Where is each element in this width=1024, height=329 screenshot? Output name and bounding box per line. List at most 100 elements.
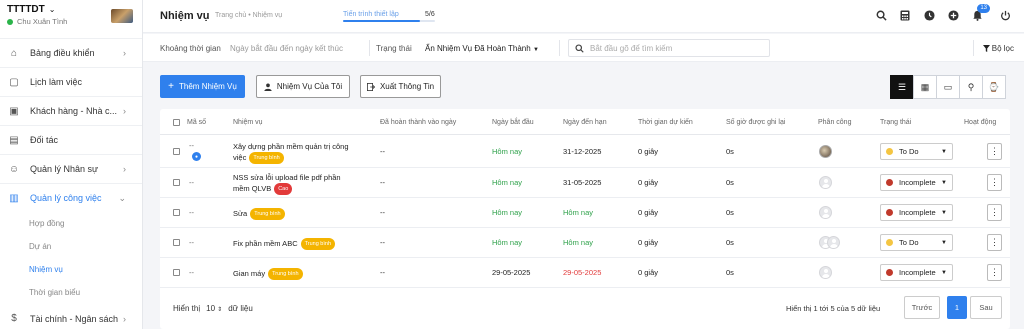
pin-icon[interactable]: ⚲: [959, 75, 983, 99]
timer-icon[interactable]: ●: [192, 152, 201, 161]
status-select[interactable]: Incomplete ▼: [880, 174, 953, 191]
status-filter-value: Ẩn Nhiệm Vụ Đã Hoàn Thành: [425, 44, 531, 53]
sidebar-item[interactable]: ⌂ Bảng điều khiển ›: [0, 38, 142, 67]
sidebar-item-label: Tài chính - Ngân sách: [30, 313, 119, 324]
task-name[interactable]: NSS sửa lỗi upload file pdf phần mềm QLVB…: [233, 173, 341, 195]
row-checkbox[interactable]: [173, 239, 180, 246]
column-header[interactable]: Số giờ được ghi lại: [726, 119, 785, 126]
power-icon[interactable]: [998, 8, 1012, 22]
org-switcher[interactable]: TTTTDT ⌄: [7, 4, 55, 15]
clock-icon[interactable]: [922, 8, 936, 22]
status-select[interactable]: To Do ▼: [880, 234, 953, 251]
column-header[interactable]: Đã hoàn thành vào ngày: [380, 119, 456, 126]
filter-button[interactable]: Bộ lọc: [982, 44, 1014, 53]
sidebar-nav: ⌂ Bảng điều khiển › ▢ Lịch làm việc ▣ Khách hà…: [0, 38, 142, 329]
task-code: --: [189, 268, 194, 277]
prev-page-button[interactable]: Trước: [904, 296, 940, 319]
status-select[interactable]: Incomplete ▼: [880, 264, 953, 281]
column-header[interactable]: Phân công: [818, 119, 851, 126]
assignee-avatar[interactable]: [819, 176, 832, 189]
logged-hours: 0s: [726, 268, 734, 277]
task-name[interactable]: Fix phần mềm ABC Trung bình: [233, 238, 336, 250]
sidebar-item[interactable]: ▥ Quản lý công việc ⌄: [0, 183, 142, 212]
task-name[interactable]: Sửa Trung bình: [233, 208, 285, 220]
more-actions-icon[interactable]: ⋮: [987, 234, 1002, 251]
task-code: --: [189, 238, 194, 247]
sidebar-item-label: Khách hàng - Nhà c...: [30, 106, 118, 116]
caret-down-icon: ▼: [941, 179, 947, 186]
sidebar-subitem[interactable]: Dự án: [0, 235, 142, 258]
page-size-select[interactable]: 10 ⇕: [204, 304, 224, 313]
breadcrumb[interactable]: Trang chủ • Nhiệm vụ: [215, 12, 282, 19]
export-button[interactable]: Xuất Thông Tin: [360, 75, 441, 98]
my-tasks-button[interactable]: Nhiệm Vụ Của Tôi: [256, 75, 350, 98]
board-view-icon[interactable]: ▦: [913, 75, 937, 99]
more-actions-icon[interactable]: ⋮: [987, 204, 1002, 221]
more-actions-icon[interactable]: ⋮: [987, 264, 1002, 281]
column-header[interactable]: Mã số: [187, 119, 206, 126]
list-view-icon[interactable]: ☰: [890, 75, 914, 99]
page-1-button[interactable]: 1: [947, 296, 967, 319]
status-filter-select[interactable]: Ẩn Nhiệm Vụ Đã Hoàn Thành ▼: [425, 44, 539, 53]
sidebar-item[interactable]: ☺ Quản lý Nhân sự ›: [0, 154, 142, 183]
row-checkbox[interactable]: [173, 179, 180, 186]
due-date: Hôm nay: [563, 208, 594, 217]
calculator-icon[interactable]: [898, 8, 912, 22]
row-checkbox[interactable]: [173, 148, 180, 155]
table-row: -- ● Xây dựng phần mềm quản trị công việc Tr…: [160, 135, 1010, 168]
search-icon[interactable]: [874, 8, 888, 22]
estimated-time: 0 giây: [638, 208, 659, 217]
divider: [559, 40, 560, 56]
chevron-right-icon: ›: [123, 164, 126, 174]
column-header[interactable]: Thời gian dự kiến: [638, 119, 693, 126]
next-page-button[interactable]: Sau: [970, 296, 1002, 319]
briefcase-icon: ▥: [9, 192, 19, 204]
entries-label: dữ liệu: [228, 304, 253, 313]
setup-progress-fill: [343, 20, 420, 22]
bell-icon[interactable]: 13: [970, 4, 990, 22]
status-select[interactable]: Incomplete ▼: [880, 204, 953, 221]
row-checkbox[interactable]: [173, 269, 180, 276]
sidebar-item[interactable]: ▢ Lịch làm việc: [0, 67, 142, 96]
search-input[interactable]: [590, 43, 760, 53]
status-select[interactable]: To Do ▼: [880, 143, 953, 160]
timesheet-icon[interactable]: ⌚: [982, 75, 1006, 99]
sidebar-item[interactable]: ▣ Khách hàng - Nhà c... ›: [0, 96, 142, 125]
add-circle-icon[interactable]: [946, 8, 960, 22]
column-header[interactable]: Trạng thái: [880, 119, 911, 126]
sidebar-subitem[interactable]: Thời gian biểu: [0, 281, 142, 304]
task-name[interactable]: Gian máy Trung bình: [233, 268, 303, 280]
search-box: [568, 39, 770, 57]
setup-progress-label[interactable]: Tiến trình thiết lập: [343, 11, 399, 18]
user-icon: [264, 83, 272, 91]
column-header[interactable]: Ngày đến hạn: [563, 119, 607, 126]
row-checkbox[interactable]: [173, 209, 180, 216]
task-name[interactable]: Xây dựng phần mềm quản trị công việc Trung…: [233, 142, 349, 164]
assignee-avatar[interactable]: [827, 236, 840, 249]
assignee-avatar[interactable]: [819, 266, 832, 279]
column-header[interactable]: Hoạt động: [964, 119, 996, 126]
user-avatar[interactable]: [111, 9, 133, 23]
task-name-line: việc: [233, 152, 247, 162]
add-task-button[interactable]: + Thêm Nhiệm Vụ: [160, 75, 245, 98]
due-date: 31-12-2025: [563, 147, 602, 156]
more-actions-icon[interactable]: ⋮: [987, 143, 1002, 160]
sidebar-subitem[interactable]: Nhiệm vụ: [0, 258, 142, 281]
more-actions-icon[interactable]: ⋮: [987, 174, 1002, 191]
column-header[interactable]: Nhiệm vụ: [233, 119, 263, 126]
sidebar-item-label: Quản lý Nhân sự: [30, 164, 99, 174]
filter-button-label: Bộ lọc: [991, 44, 1014, 53]
assignee-avatar[interactable]: [819, 145, 832, 158]
calendar-view-icon[interactable]: ▭: [936, 75, 960, 99]
select-all-checkbox[interactable]: [173, 119, 180, 126]
assignee-avatar[interactable]: [819, 206, 832, 219]
task-name-line: Sửa: [233, 208, 248, 218]
task-name-line: mềm QLVB: [233, 183, 272, 193]
sidebar-subitem[interactable]: Hợp đồng: [0, 212, 142, 235]
column-header[interactable]: Ngày bắt đầu: [492, 119, 534, 126]
sidebar-item[interactable]: ▤ Đối tác: [0, 125, 142, 154]
due-date: Hôm nay: [563, 238, 594, 247]
sidebar-item[interactable]: $ Tài chính - Ngân sách ›: [0, 304, 142, 329]
task-code: --: [189, 141, 194, 150]
date-range-input[interactable]: Ngày bắt đầu đến ngày kết thúc: [230, 44, 343, 53]
